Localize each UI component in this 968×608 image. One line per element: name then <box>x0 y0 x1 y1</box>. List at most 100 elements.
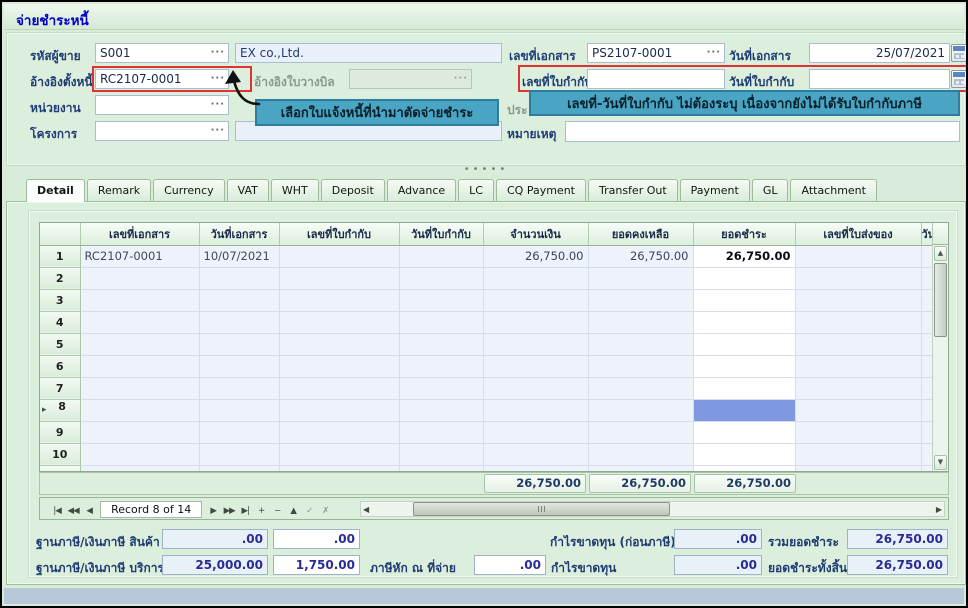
grid-cell[interactable] <box>199 355 279 377</box>
grid-cell[interactable] <box>399 267 483 289</box>
grid-cell[interactable] <box>199 421 279 443</box>
grid-cell[interactable] <box>279 399 399 421</box>
grid-cell[interactable] <box>483 311 588 333</box>
grid-cell[interactable] <box>795 289 921 311</box>
cancel-edit-icon[interactable]: ✗ <box>317 503 333 519</box>
grid-col-balance[interactable]: ยอดคงเหลือ <box>588 223 693 245</box>
tab-vat[interactable]: VAT <box>227 179 269 201</box>
grid-cell[interactable] <box>588 355 693 377</box>
department-field[interactable]: ··· <box>95 95 229 115</box>
next-page-icon[interactable]: ▶▶ <box>221 503 237 519</box>
grid-cell[interactable] <box>399 377 483 399</box>
grid-cell[interactable] <box>795 443 921 465</box>
grid-cell[interactable] <box>483 421 588 443</box>
grid-cell[interactable] <box>795 465 921 472</box>
grid-cell[interactable] <box>483 443 588 465</box>
grid-row-number[interactable]: 11 <box>40 465 80 472</box>
grid-cell[interactable] <box>279 245 399 267</box>
grid-cell[interactable] <box>80 355 199 377</box>
vertical-scrollbar[interactable]: ▲ ▼ <box>932 245 948 471</box>
post-edit-icon[interactable]: ✓ <box>301 503 317 519</box>
grid-row-number[interactable]: 5 <box>40 333 80 355</box>
last-record-icon[interactable]: ▶| <box>237 503 253 519</box>
grid-cell[interactable] <box>279 333 399 355</box>
lookup-ellipsis-icon[interactable]: ··· <box>211 123 225 139</box>
grid-cell[interactable] <box>795 311 921 333</box>
grid-cell[interactable] <box>588 333 693 355</box>
prev-page-icon[interactable]: ◀◀ <box>65 503 81 519</box>
grid-col-doc-no[interactable]: เลขที่เอกสาร <box>80 223 199 245</box>
tab-advance[interactable]: Advance <box>387 179 456 201</box>
grid-cell[interactable] <box>588 443 693 465</box>
invoice-date-field[interactable] <box>809 69 950 89</box>
grid-cell[interactable] <box>693 267 795 289</box>
grid-cell[interactable] <box>80 465 199 472</box>
lookup-ellipsis-icon[interactable]: ··· <box>707 45 721 61</box>
remark-field[interactable] <box>565 121 960 142</box>
doc-no-field[interactable]: PS2107-0001··· <box>587 43 725 63</box>
grid-cell[interactable] <box>279 465 399 472</box>
grid-cell[interactable] <box>399 443 483 465</box>
grid-cell[interactable] <box>279 267 399 289</box>
grid-cell[interactable] <box>588 377 693 399</box>
grid-cell[interactable] <box>279 289 399 311</box>
grid-row-number[interactable]: 6 <box>40 355 80 377</box>
tax-service-amount-field[interactable]: 1,750.00 <box>273 555 360 575</box>
grid-cell[interactable] <box>80 399 199 421</box>
grid-cell[interactable] <box>199 399 279 421</box>
wht-field[interactable]: .00 <box>474 555 546 575</box>
grid-cell[interactable] <box>279 443 399 465</box>
grid-cell[interactable]: RC2107-0001 <box>80 245 199 267</box>
grid-col-delivery-no[interactable]: เลขที่ใบส่งของ <box>795 223 921 245</box>
grid-col-invoice-date[interactable]: วันที่ใบกำกับ <box>399 223 483 245</box>
grid-row-number[interactable]: 7 <box>40 377 80 399</box>
grid-cell[interactable] <box>693 421 795 443</box>
grid-cell[interactable] <box>199 333 279 355</box>
grid-cell[interactable] <box>483 289 588 311</box>
grid-cell[interactable] <box>693 443 795 465</box>
grid-row-number[interactable]: 3 <box>40 289 80 311</box>
vendor-code-field[interactable]: S001··· <box>95 43 229 63</box>
ref-no-field[interactable]: RC2107-0001··· <box>95 69 229 89</box>
grid-cell[interactable] <box>795 267 921 289</box>
grid-col-amount[interactable]: จำนวนเงิน <box>483 223 588 245</box>
grid-cell[interactable] <box>483 333 588 355</box>
grid-row-number[interactable]: 10 <box>40 443 80 465</box>
scroll-up-icon[interactable]: ▲ <box>934 246 947 261</box>
lookup-ellipsis-icon[interactable]: ··· <box>211 97 225 113</box>
horizontal-scroll-thumb[interactable] <box>413 502 670 516</box>
tab-detail[interactable]: Detail <box>26 179 85 202</box>
grid-cell[interactable] <box>795 355 921 377</box>
grid-cell[interactable] <box>588 267 693 289</box>
grid-cell[interactable] <box>399 465 483 472</box>
grid-cell[interactable] <box>399 289 483 311</box>
lookup-ellipsis-icon[interactable]: ··· <box>211 71 225 87</box>
tab-cq-payment[interactable]: CQ Payment <box>496 179 586 201</box>
lookup-ellipsis-icon[interactable]: ··· <box>211 45 225 61</box>
grid-cell[interactable] <box>399 311 483 333</box>
grid-cell[interactable] <box>795 421 921 443</box>
calendar-icon[interactable] <box>951 70 967 88</box>
grid-cell[interactable] <box>588 421 693 443</box>
grid-row-number[interactable]: 1 <box>40 245 80 267</box>
invoice-no-field[interactable] <box>587 69 725 89</box>
edit-row-icon[interactable]: ▲ <box>285 503 301 519</box>
grid-cell[interactable] <box>693 355 795 377</box>
next-record-icon[interactable]: ▶ <box>205 503 221 519</box>
vertical-scroll-thumb[interactable] <box>934 263 947 337</box>
scroll-left-icon[interactable]: ◀ <box>363 502 369 517</box>
tab-currency[interactable]: Currency <box>153 179 225 201</box>
splitter-handle[interactable]: ••••• <box>454 165 518 175</box>
tab-lc[interactable]: LC <box>458 179 494 201</box>
tab-transfer-out[interactable]: Transfer Out <box>588 179 678 201</box>
grid-cell[interactable] <box>199 465 279 472</box>
tab-attachment[interactable]: Attachment <box>790 179 877 201</box>
prev-record-icon[interactable]: ◀ <box>81 503 97 519</box>
grid-cell[interactable] <box>483 465 588 472</box>
grid-row-number[interactable]: 2 <box>40 267 80 289</box>
grid-cell[interactable] <box>279 421 399 443</box>
grid-cell[interactable] <box>588 399 693 421</box>
grid-cell[interactable]: 26,750.00 <box>588 245 693 267</box>
doc-date-field[interactable]: 25/07/2021 <box>809 43 950 63</box>
grid-cell[interactable] <box>279 355 399 377</box>
